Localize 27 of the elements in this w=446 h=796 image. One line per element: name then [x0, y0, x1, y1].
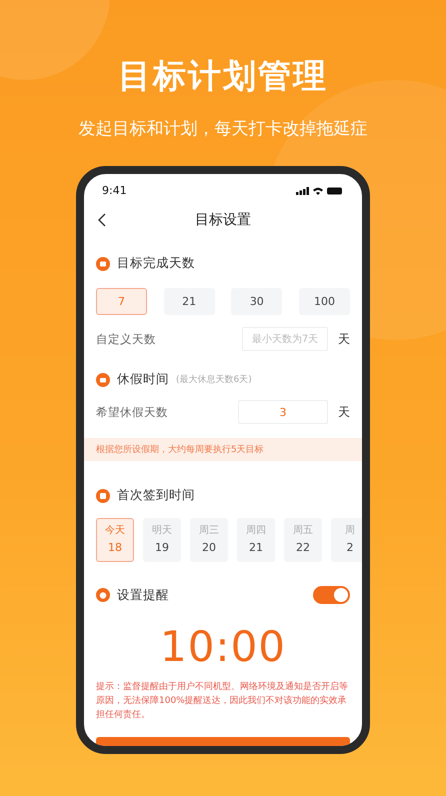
subheadline: 发起目标和计划，每天打卡改掉拖延症 [78, 118, 368, 140]
headline: 目标计划管理 [118, 55, 328, 97]
day-option[interactable]: 30 [231, 288, 282, 315]
reminder-note: 提示：监督提醒由于用户不同机型、网络环境及通知是否开启等原因，无法保障100%提醒送达，因此我们不对该功能的实效承担任何责任。 [96, 681, 349, 722]
field-label: 希望休假天数 [96, 404, 169, 420]
date-option[interactable]: 周三 20 [190, 518, 228, 562]
section-title: 设置提醒 [117, 586, 169, 604]
section-title: 休假时间 [117, 371, 169, 388]
date-option[interactable]: 周 2 [331, 518, 362, 562]
reminder-toggle[interactable] [313, 586, 350, 604]
status-time: 9:41 [102, 184, 127, 197]
page-title: 目标设置 [195, 211, 251, 229]
day-option[interactable]: 100 [298, 288, 350, 315]
day-option[interactable]: 21 [164, 288, 215, 315]
field-label: 自定义天数 [96, 332, 157, 346]
status-icons [296, 186, 344, 196]
date-option[interactable]: 明天 19 [143, 518, 181, 562]
unit-label: 天 [338, 404, 350, 420]
section-title: 目标完成天数 [117, 255, 195, 272]
notice-banner: 根据您所设假期，大约每周要执行5天目标 [84, 438, 362, 461]
date-option[interactable]: 周五 22 [284, 518, 322, 562]
section-hint: (最大休息天数6天) [176, 374, 252, 386]
unit-label: 天 [338, 330, 350, 348]
date-option[interactable]: 周四 21 [237, 518, 275, 562]
section-title: 首次签到时间 [117, 487, 195, 504]
custom-days-field[interactable]: 最小天数为7天 [242, 327, 328, 351]
back-icon[interactable] [98, 213, 106, 227]
